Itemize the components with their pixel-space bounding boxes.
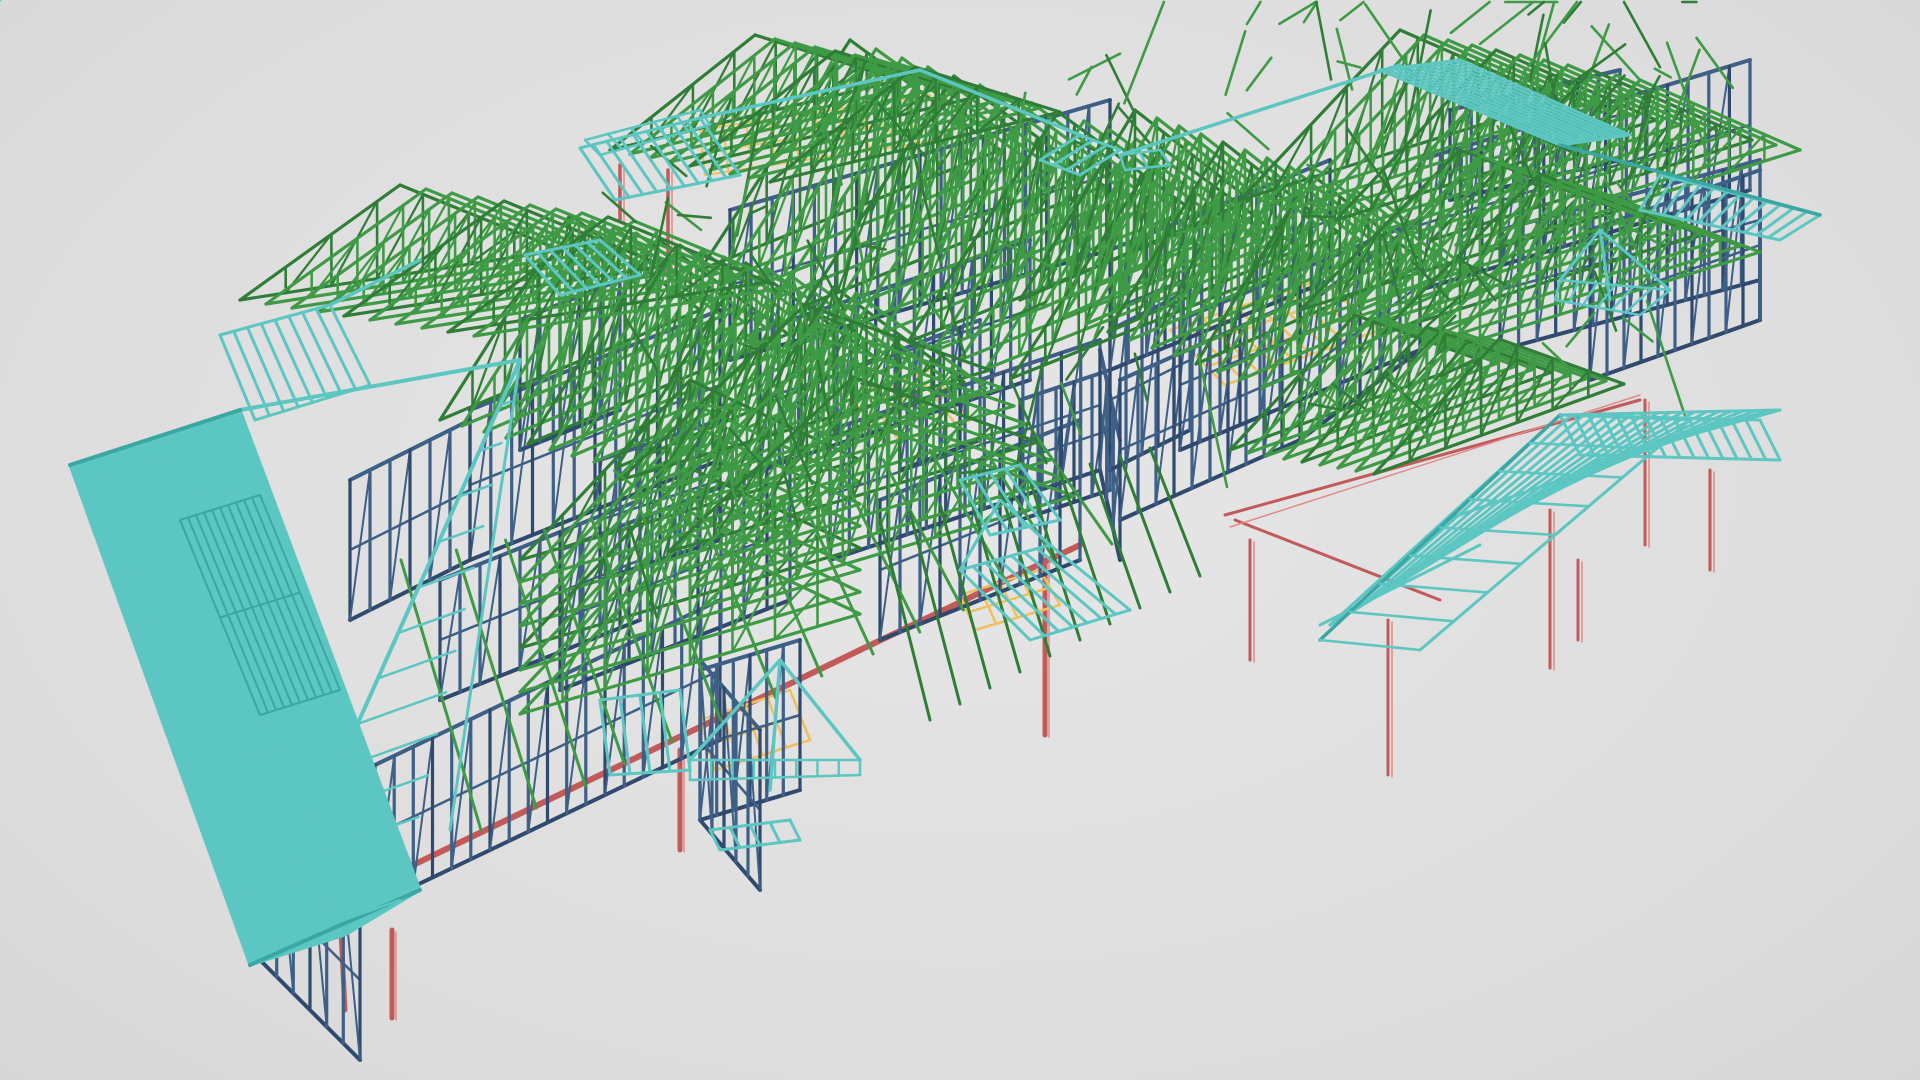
hip-batten-rung [301,311,343,396]
truss-web [1763,148,1802,163]
hip-batten-rung [1778,213,1822,242]
hip-batten-rung [788,818,802,842]
truss-web [1224,29,1247,97]
truss-web [1449,0,1491,35]
hip-batten-rung [631,133,673,191]
truss-web [1478,0,1535,46]
3d-viewport[interactable] [0,0,1920,1080]
hip-batten-rung [273,318,314,404]
truss-web [1622,0,1662,69]
skillion-purlin [1348,610,1456,623]
hip-batten-rung [232,329,271,418]
truss-web [1315,0,1333,81]
truss-web [1245,56,1273,92]
hip-batten-rung [218,333,257,422]
wall-brace [510,384,534,545]
truss-web [1245,0,1262,26]
wall-brace [1060,345,1082,484]
hip-jack [358,691,448,725]
skillion-purlin [1318,638,1422,652]
truss-web [816,612,862,628]
truss-web [1336,60,1362,69]
truss-web [1562,0,1583,24]
truss-web [1123,0,1166,105]
steel-frame-model[interactable] [0,0,1920,1080]
truss-web [1301,214,1335,219]
hip-batten-rung [314,307,358,391]
hip-batten-rung [328,303,372,387]
truss-web [1339,0,1365,22]
wall-brace [349,469,371,621]
truss-web [1645,299,1688,421]
hip-batten-rung [246,326,286,413]
hip-batten-rung [768,821,782,844]
hip-batten-rung [287,314,329,400]
wall-brace [527,681,549,833]
hip-batten-rung [578,146,617,202]
wall-brace [412,736,434,888]
hip-batten-rung [259,322,300,409]
hip-batten-rung [1755,206,1795,237]
wall-brace [489,699,511,851]
hip-batten-rail [218,303,332,337]
truss-web [676,213,713,220]
wall-brace [479,555,501,685]
truss-hanging-member [454,548,538,810]
hip-batten-rail [708,818,792,832]
truss-web [1653,67,1673,79]
hip-batten-rung [1743,203,1782,234]
wall-brace [439,571,461,701]
truss-web [1695,36,1735,90]
hip-jack [398,607,466,634]
